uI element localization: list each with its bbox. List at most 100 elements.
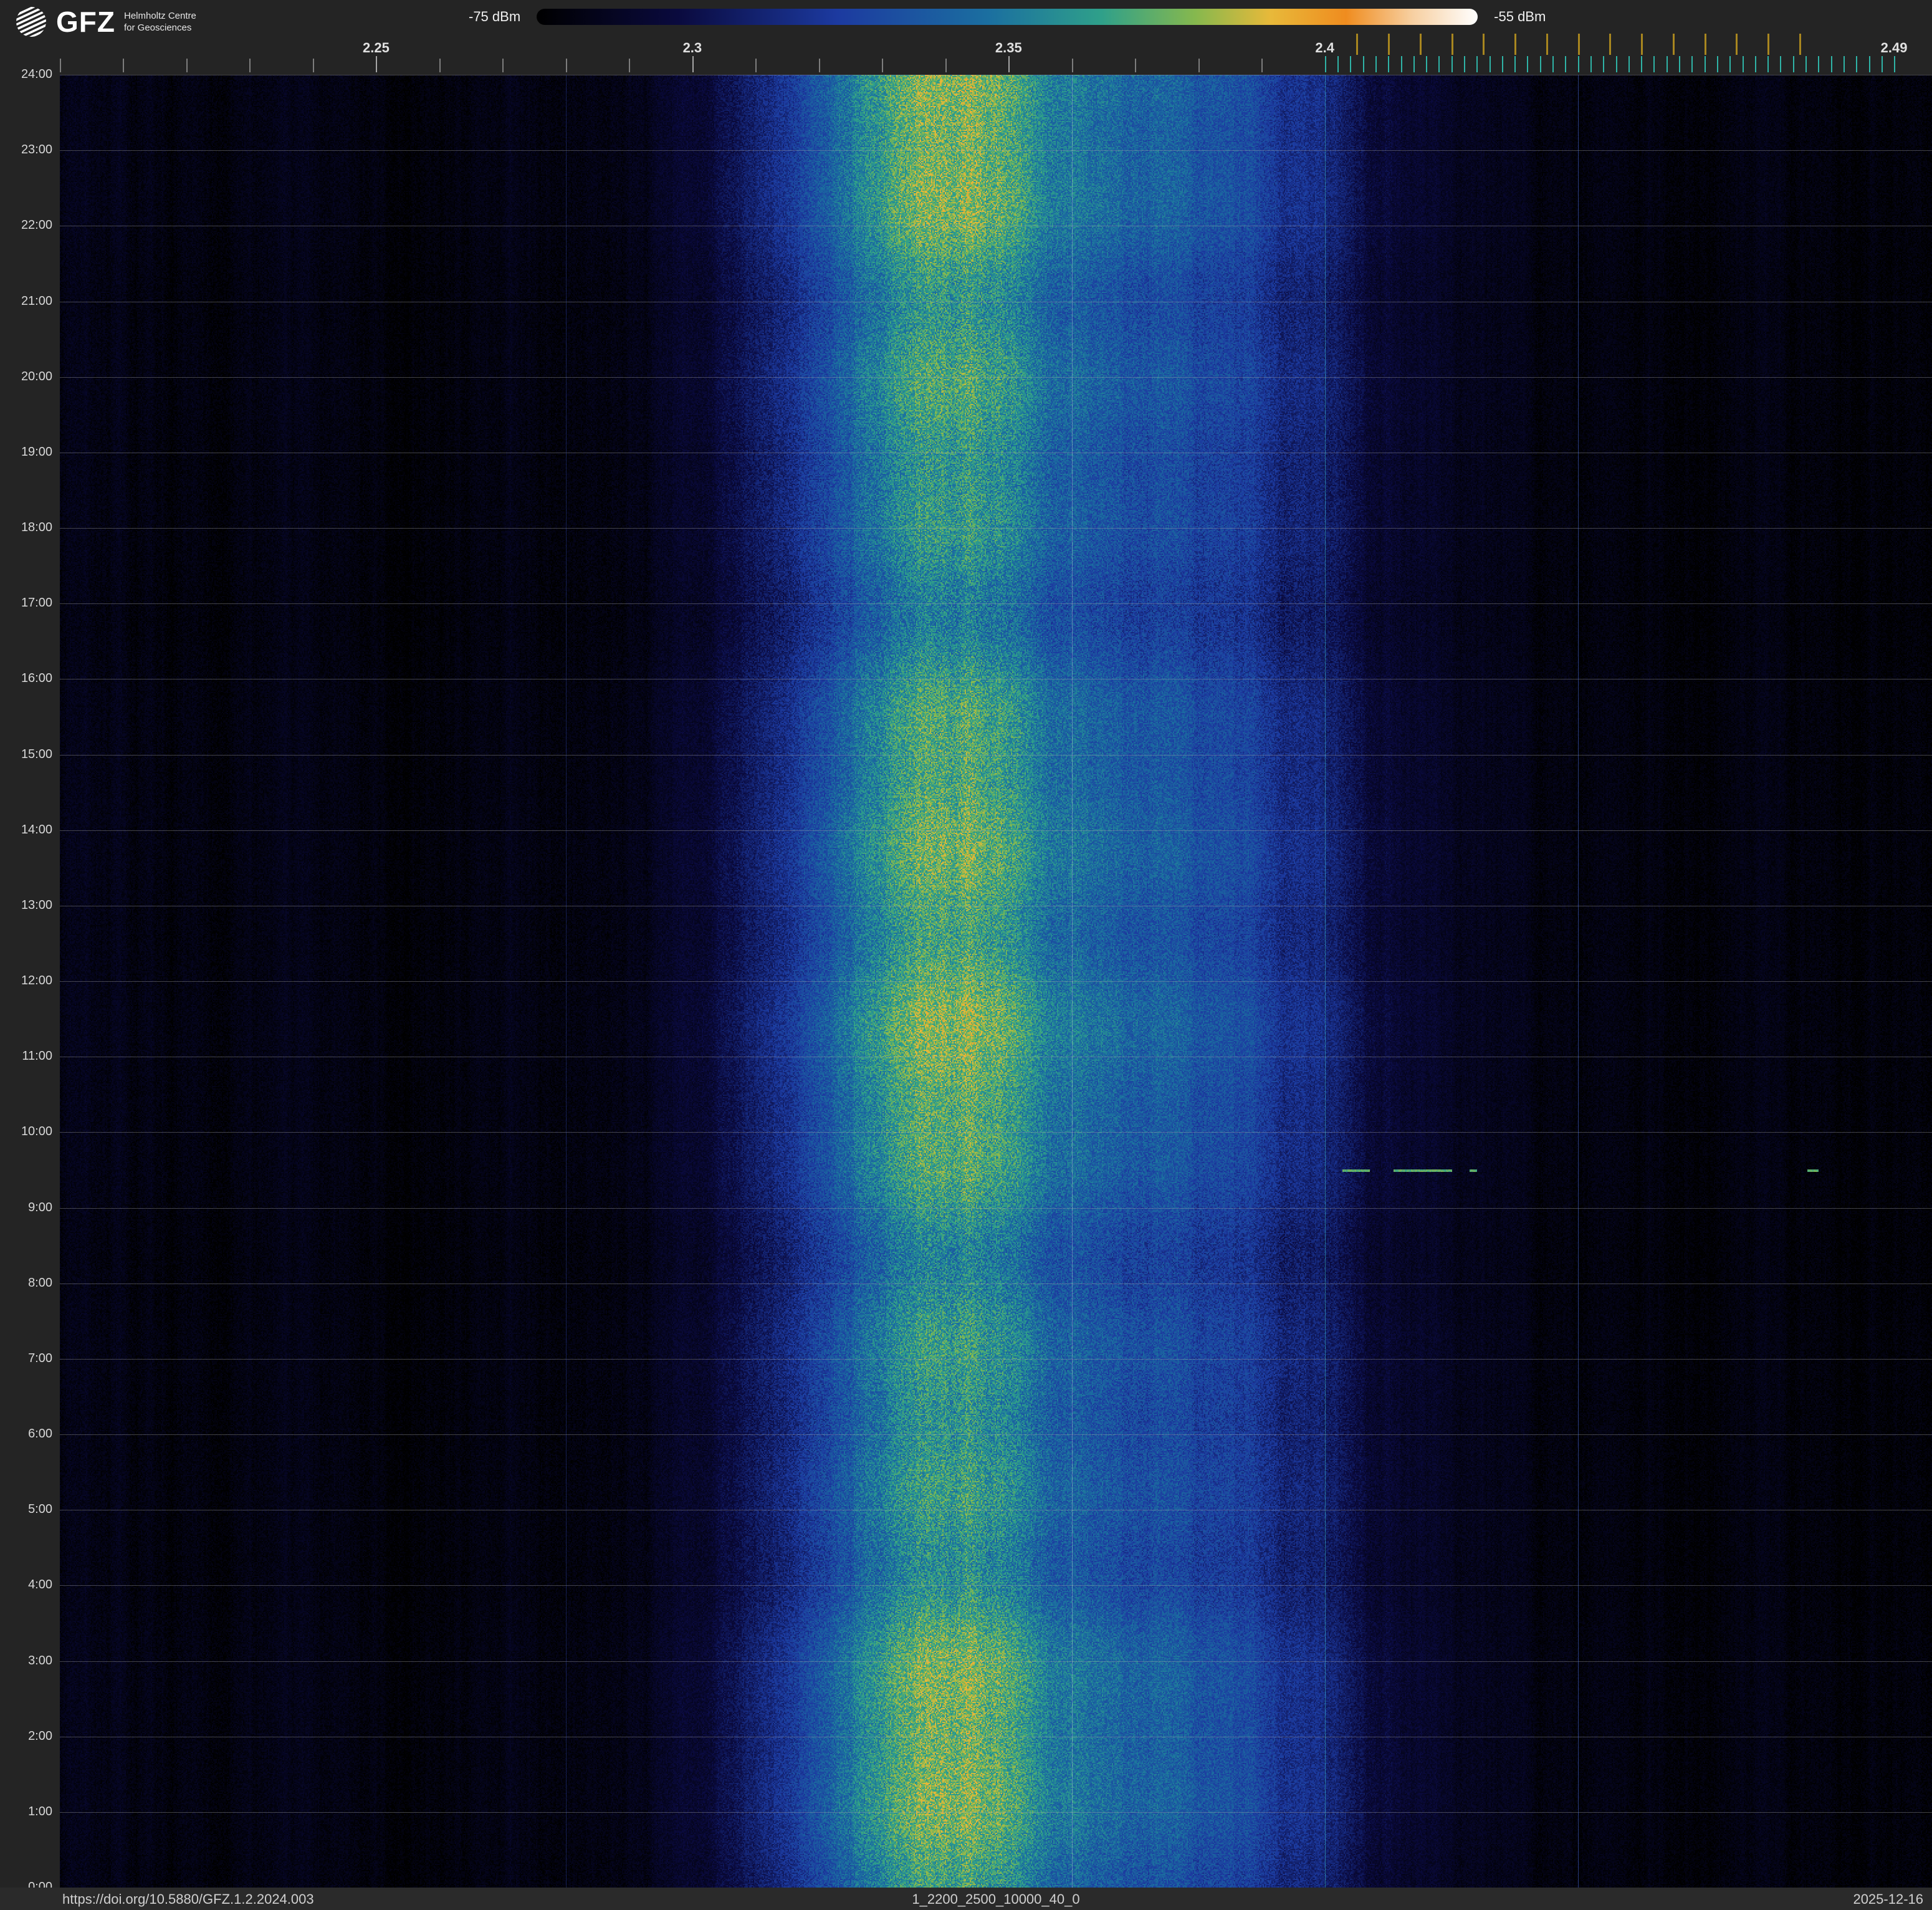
channel-tick-yellow bbox=[1483, 34, 1485, 55]
time-label: 11:00 bbox=[0, 1049, 52, 1063]
time-label: 2:00 bbox=[0, 1729, 52, 1744]
channel-tick-teal bbox=[1616, 56, 1617, 72]
time-label: 6:00 bbox=[0, 1427, 52, 1441]
channel-tick-teal bbox=[1628, 56, 1630, 72]
channel-tick-teal bbox=[1729, 56, 1731, 72]
channel-tick-teal bbox=[1527, 56, 1528, 72]
time-label: 21:00 bbox=[0, 294, 52, 309]
dataset-name: 1_2200_2500_10000_40_0 bbox=[912, 1891, 1079, 1908]
channel-tick-yellow bbox=[1451, 34, 1453, 55]
channel-tick-teal bbox=[1793, 56, 1794, 72]
hour-gridline bbox=[60, 830, 1932, 831]
freq-tick-label: 2.35 bbox=[995, 40, 1022, 56]
channel-tick-teal bbox=[1502, 56, 1503, 72]
channel-tick-teal bbox=[1388, 56, 1389, 72]
freq-tick bbox=[376, 56, 377, 72]
channel-tick-teal bbox=[1514, 56, 1516, 72]
channel-tick-yellow bbox=[1420, 34, 1422, 55]
channel-tick-teal bbox=[1540, 56, 1541, 72]
freq-tick bbox=[945, 59, 947, 72]
channel-tick-yellow bbox=[1641, 34, 1643, 55]
channel-tick-yellow bbox=[1388, 34, 1390, 55]
channel-tick-yellow bbox=[1673, 34, 1675, 55]
freq-tick bbox=[755, 59, 757, 72]
freq-tick-label: 2.3 bbox=[683, 40, 702, 56]
freq-tick bbox=[1135, 59, 1136, 72]
channel-tick-yellow bbox=[1356, 34, 1358, 55]
channel-tick-teal bbox=[1490, 56, 1491, 72]
time-label: 23:00 bbox=[0, 143, 52, 157]
spectrogram-page: GFZ Helmholtz Centre for Geosciences -75… bbox=[0, 0, 1932, 1910]
channel-tick-teal bbox=[1679, 56, 1680, 72]
frequency-axis: 2.252.32.352.42.49 bbox=[0, 0, 1932, 75]
freq-tick bbox=[502, 59, 504, 72]
channel-tick-teal bbox=[1565, 56, 1566, 72]
freq-tick bbox=[313, 59, 314, 72]
channel-tick-teal bbox=[1705, 56, 1706, 72]
channel-tick-teal bbox=[1578, 56, 1579, 72]
spectrogram-plot bbox=[60, 75, 1932, 1888]
freq-tick bbox=[439, 59, 441, 72]
freq-tick bbox=[692, 56, 694, 72]
channel-tick-teal bbox=[1413, 56, 1415, 72]
freq-gridline bbox=[566, 75, 567, 1888]
time-label: 22:00 bbox=[0, 218, 52, 233]
time-label: 9:00 bbox=[0, 1201, 52, 1215]
channel-tick-yellow bbox=[1609, 34, 1611, 55]
freq-tick bbox=[1008, 56, 1010, 72]
freq-tick-label: 2.49 bbox=[1881, 40, 1908, 56]
channel-tick-teal bbox=[1869, 56, 1870, 72]
channel-tick-yellow bbox=[1799, 34, 1801, 55]
channel-tick-teal bbox=[1350, 56, 1351, 72]
freq-tick bbox=[60, 59, 61, 72]
time-label: 7:00 bbox=[0, 1351, 52, 1366]
channel-tick-teal bbox=[1856, 56, 1857, 72]
time-label: 19:00 bbox=[0, 445, 52, 459]
channel-tick-yellow bbox=[1705, 34, 1706, 55]
channel-tick-teal bbox=[1325, 56, 1326, 72]
doi-link[interactable]: https://doi.org/10.5880/GFZ.1.2.2024.003 bbox=[62, 1891, 314, 1908]
time-label: 18:00 bbox=[0, 521, 52, 535]
channel-tick-teal bbox=[1818, 56, 1819, 72]
time-label: 4:00 bbox=[0, 1578, 52, 1592]
channel-tick-teal bbox=[1363, 56, 1364, 72]
time-label: 16:00 bbox=[0, 671, 52, 686]
channel-tick-teal bbox=[1603, 56, 1604, 72]
freq-tick-label: 2.4 bbox=[1315, 40, 1334, 56]
channel-tick-teal bbox=[1691, 56, 1693, 72]
freq-tick bbox=[819, 59, 820, 72]
time-label: 13:00 bbox=[0, 898, 52, 913]
freq-gridline bbox=[1325, 75, 1326, 1888]
freq-tick bbox=[629, 59, 630, 72]
hour-gridline bbox=[60, 377, 1932, 378]
time-label: 12:00 bbox=[0, 974, 52, 988]
channel-tick-yellow bbox=[1546, 34, 1548, 55]
channel-tick-teal bbox=[1767, 56, 1769, 72]
time-label: 17:00 bbox=[0, 596, 52, 610]
channel-tick-teal bbox=[1438, 56, 1440, 72]
channel-tick-teal bbox=[1641, 56, 1642, 72]
channel-tick-teal bbox=[1743, 56, 1744, 72]
channel-tick-teal bbox=[1805, 56, 1807, 72]
freq-gridline bbox=[1578, 75, 1579, 1888]
channel-tick-yellow bbox=[1767, 34, 1769, 55]
hour-gridline bbox=[60, 1661, 1932, 1662]
freq-tick bbox=[882, 59, 883, 72]
hour-gridline bbox=[60, 150, 1932, 151]
channel-tick-teal bbox=[1717, 56, 1718, 72]
channel-tick-yellow bbox=[1514, 34, 1516, 55]
channel-tick-teal bbox=[1375, 56, 1377, 72]
freq-tick bbox=[1198, 59, 1200, 72]
freq-tick bbox=[123, 59, 124, 72]
hour-gridline bbox=[60, 755, 1932, 756]
freq-tick bbox=[249, 59, 251, 72]
channel-tick-teal bbox=[1894, 56, 1895, 72]
hour-gridline bbox=[60, 528, 1932, 529]
time-label: 10:00 bbox=[0, 1125, 52, 1139]
channel-tick-teal bbox=[1426, 56, 1427, 72]
time-label: 14:00 bbox=[0, 823, 52, 837]
hour-gridline bbox=[60, 1812, 1932, 1813]
channel-tick-teal bbox=[1476, 56, 1478, 72]
channel-tick-teal bbox=[1831, 56, 1832, 72]
freq-gridline bbox=[1072, 75, 1073, 1888]
